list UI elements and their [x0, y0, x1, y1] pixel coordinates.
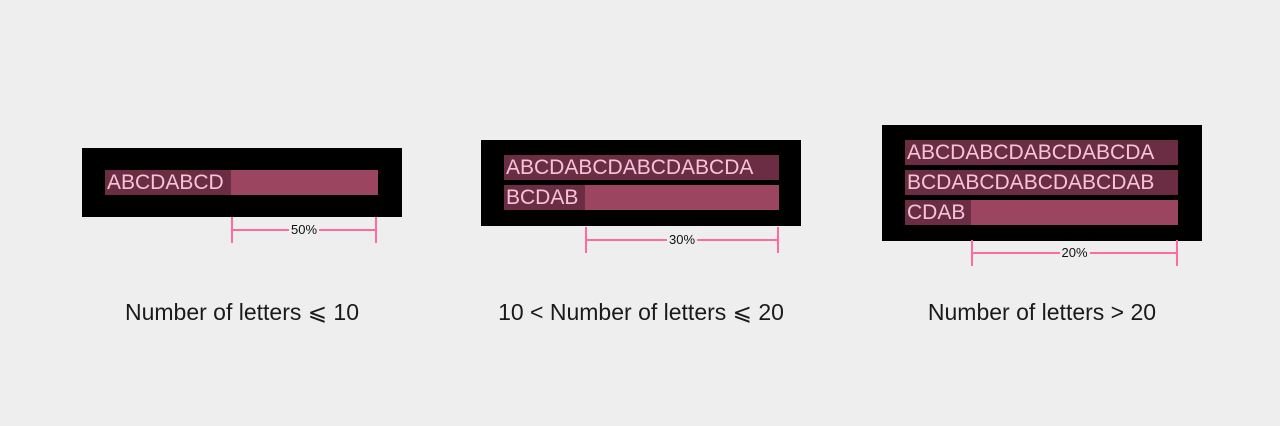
example-1-percent-label: 50% — [288, 221, 320, 238]
example-2-panel: ABCDABCDABCDABCDA BCDAB — [481, 140, 801, 226]
example-3-measure-right-tick — [1176, 240, 1178, 266]
example-3-line-3: CDAB — [905, 200, 1178, 225]
example-3-line-1: ABCDABCDABCDABCDA — [905, 140, 1178, 165]
example-1-measure-left-tick — [231, 217, 233, 243]
example-2-measure-left-tick — [585, 227, 587, 253]
example-1-line-1: ABCDABCD — [105, 170, 378, 195]
example-3-line-2: BCDABCDABCDABCDAB — [905, 170, 1178, 195]
example-2-extra-fill — [585, 185, 779, 210]
example-2-line-1-text: ABCDABCDABCDABCDA — [504, 155, 779, 180]
example-3-line-2-text: BCDABCDABCDABCDAB — [905, 170, 1178, 195]
example-2-measure-right-tick — [777, 227, 779, 253]
example-2-caption: 10 < Number of letters ⩽ 20 — [498, 299, 784, 325]
example-1-line-1-text: ABCDABCD — [105, 170, 231, 195]
example-3-measure: 20% — [971, 238, 1178, 268]
example-2-line-2: BCDAB — [504, 185, 779, 210]
example-3-caption: Number of letters > 20 — [927, 299, 1157, 325]
example-2-percent-label: 30% — [666, 231, 698, 248]
example-1-extra-fill — [231, 170, 378, 195]
example-2-measure: 30% — [585, 225, 779, 255]
example-3-extra-fill — [971, 200, 1178, 225]
example-3-percent-label: 20% — [1059, 244, 1090, 261]
example-1-panel: ABCDABCD — [82, 148, 402, 217]
example-1-measure-right-tick — [375, 217, 377, 243]
example-3-line-1-text: ABCDABCDABCDABCDA — [905, 140, 1178, 165]
example-3-measure-left-tick — [971, 240, 973, 266]
example-3-panel: ABCDABCDABCDABCDA BCDABCDABCDABCDAB CDAB — [882, 125, 1202, 241]
example-3-line-3-text: CDAB — [905, 200, 971, 225]
example-2-line-2-text: BCDAB — [504, 185, 585, 210]
example-1-caption: Number of letters ⩽ 10 — [124, 299, 360, 325]
example-1-measure: 50% — [231, 215, 377, 245]
example-2-line-1: ABCDABCDABCDABCDA — [504, 155, 779, 180]
